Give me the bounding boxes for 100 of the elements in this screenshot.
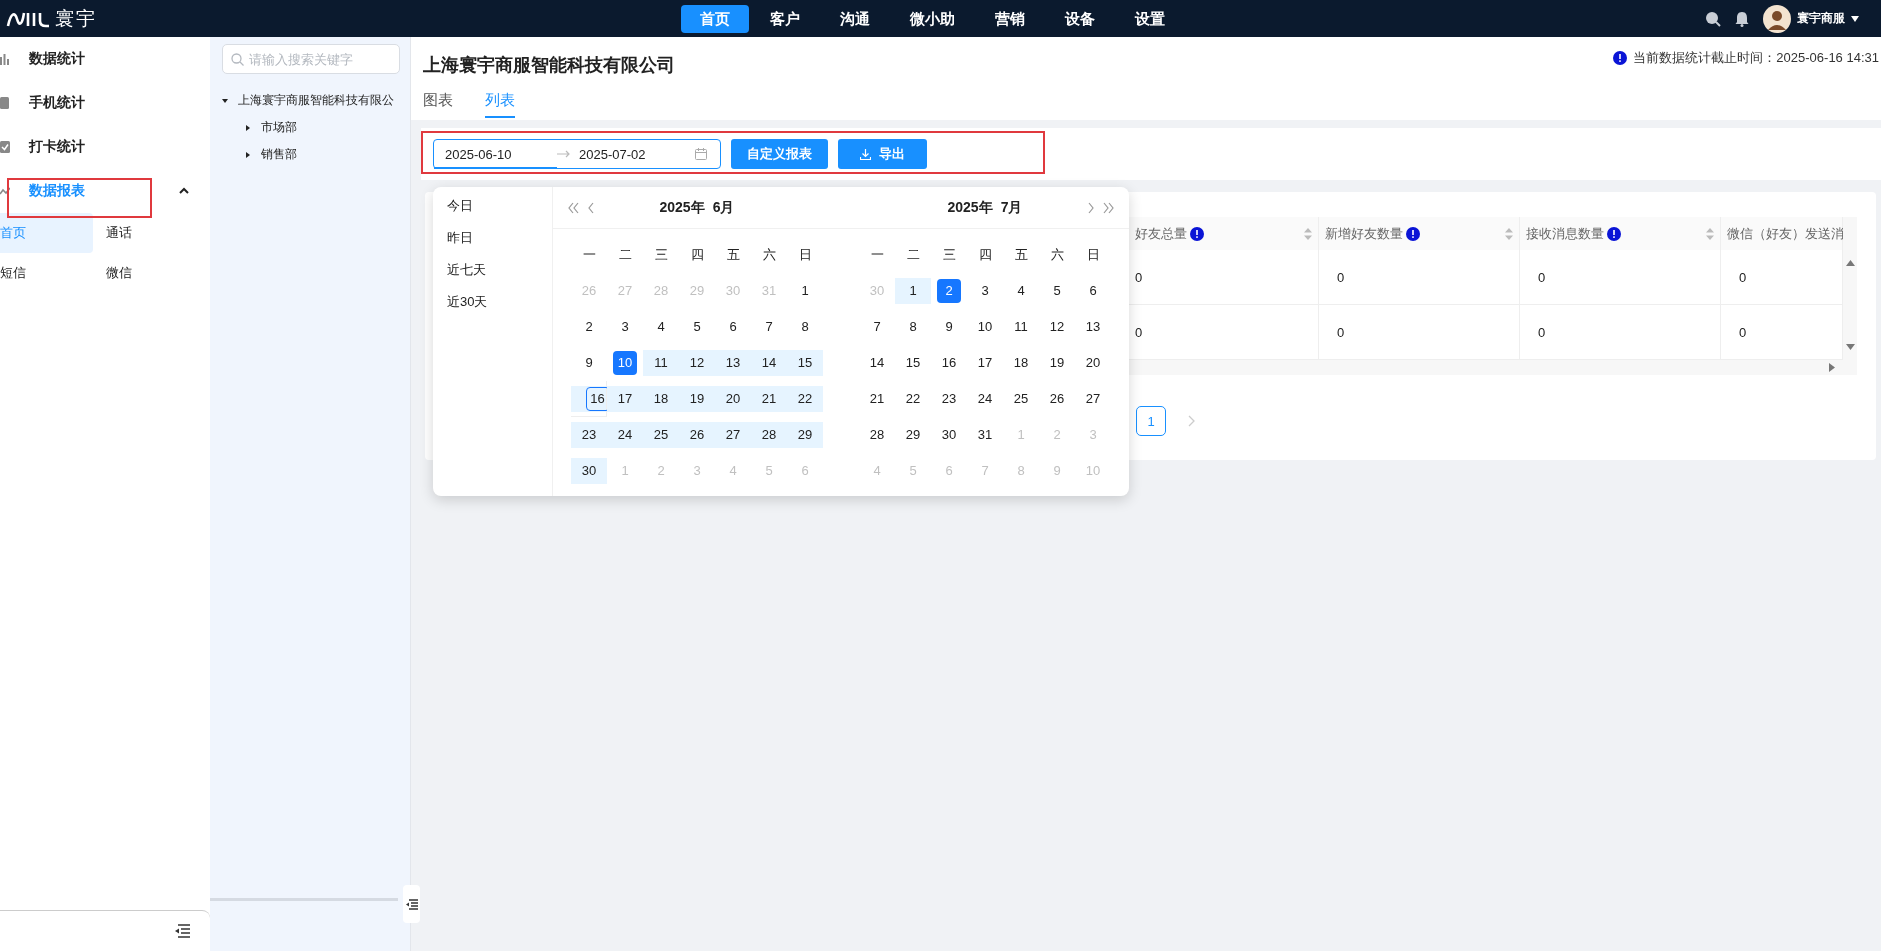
calendar-day[interactable]: 28: [859, 417, 895, 453]
calendar-day[interactable]: 26: [1039, 381, 1075, 417]
calendar-day[interactable]: 8: [895, 309, 931, 345]
calendar-day[interactable]: 17: [967, 345, 1003, 381]
calendar-day[interactable]: 19: [1039, 345, 1075, 381]
sidebar-item[interactable]: 数据统计: [0, 37, 210, 81]
calendar-day[interactable]: 8: [787, 309, 823, 345]
calendar-day[interactable]: 18: [1003, 345, 1039, 381]
calendar-day[interactable]: 6: [1075, 273, 1111, 309]
calendar-day[interactable]: 5: [679, 309, 715, 345]
submenu-item[interactable]: 短信: [0, 253, 93, 293]
calendar-day[interactable]: 3: [607, 309, 643, 345]
preset-option[interactable]: 昨日: [447, 222, 473, 254]
calendar-day[interactable]: 13: [1075, 309, 1111, 345]
calendar-day[interactable]: 2: [931, 273, 967, 309]
month-selector[interactable]: 7月: [1000, 198, 1023, 217]
calendar-day[interactable]: 15: [895, 345, 931, 381]
calendar-day[interactable]: 12: [1039, 309, 1075, 345]
nav-tab[interactable]: 设置: [1116, 4, 1184, 33]
menu-collapse-icon[interactable]: [174, 924, 190, 938]
column-header[interactable]: 接收消息数量: [1520, 217, 1721, 250]
end-date-input[interactable]: 2025-07-02: [579, 146, 646, 162]
info-icon: [1613, 51, 1628, 65]
column-header[interactable]: 新增好友数量: [1319, 217, 1520, 250]
column-header[interactable]: 好友总量: [1129, 217, 1319, 250]
submenu-item[interactable]: 微信: [106, 253, 199, 293]
bell-icon[interactable]: [1735, 10, 1749, 27]
search-icon[interactable]: [1705, 10, 1721, 27]
chevron-up-icon[interactable]: [179, 187, 189, 194]
caret-right-icon[interactable]: [245, 124, 251, 131]
nav-tab[interactable]: 营销: [976, 4, 1044, 33]
prev-month-icon[interactable]: [587, 201, 594, 214]
caret-down-icon[interactable]: [222, 97, 228, 104]
calendar-day[interactable]: 9: [931, 309, 967, 345]
sidebar-item[interactable]: 手机统计: [0, 81, 210, 125]
info-icon: [1406, 226, 1420, 241]
year-selector[interactable]: 2025年: [947, 198, 993, 217]
search-field[interactable]: 请输入搜索关键字: [222, 44, 400, 74]
calendar-day[interactable]: 11: [1003, 309, 1039, 345]
caret-down-icon[interactable]: [1851, 15, 1859, 22]
line-chart-icon: [0, 185, 10, 197]
scroll-right-icon[interactable]: [1829, 363, 1835, 372]
tree-node[interactable]: 销售部: [261, 146, 297, 163]
calendar-day[interactable]: 3: [967, 273, 1003, 309]
prev-year-icon[interactable]: [567, 201, 579, 214]
month-selector[interactable]: 6月: [712, 198, 735, 217]
calendar-day[interactable]: 21: [859, 381, 895, 417]
info-icon: [1607, 226, 1621, 241]
calendar-day[interactable]: 16: [571, 381, 607, 417]
calendar-day[interactable]: 10: [607, 345, 643, 381]
tree-node[interactable]: 上海寰宇商服智能科技有限公: [238, 92, 394, 109]
calendar-day[interactable]: 24: [967, 381, 1003, 417]
year-selector[interactable]: 2025年: [659, 198, 705, 217]
calendar-day[interactable]: 16: [931, 345, 967, 381]
weekday-label: 二: [905, 246, 921, 264]
calendar-day[interactable]: 7: [751, 309, 787, 345]
calendar-day[interactable]: 29: [895, 417, 931, 453]
start-date-input[interactable]: 2025-06-10: [434, 146, 557, 162]
calendar-day[interactable]: 7: [859, 309, 895, 345]
next-month-icon[interactable]: [1088, 201, 1095, 214]
tab[interactable]: 图表: [423, 91, 453, 118]
caret-right-icon[interactable]: [245, 151, 251, 158]
avatar[interactable]: [1763, 4, 1791, 33]
calendar-day[interactable]: 2: [571, 309, 607, 345]
calendar-day[interactable]: 25: [1003, 381, 1039, 417]
calendar-day[interactable]: 4: [1003, 273, 1039, 309]
collapse-handle[interactable]: [403, 885, 420, 923]
user-name[interactable]: 寰宇商服: [1797, 10, 1845, 27]
scroll-up-icon[interactable]: [1845, 260, 1855, 266]
weekday-label: 六: [1049, 246, 1065, 264]
sidebar-item[interactable]: 打卡统计: [0, 125, 210, 169]
preset-option[interactable]: 近30天: [447, 286, 488, 318]
date-range-field[interactable]: 2025-06-10 2025-07-02: [433, 139, 721, 169]
nav-tab[interactable]: 客户: [751, 4, 819, 33]
calendar-day[interactable]: 5: [1039, 273, 1075, 309]
calendar-day[interactable]: 6: [715, 309, 751, 345]
calendar-day[interactable]: 14: [859, 345, 895, 381]
calendar-day[interactable]: 1: [787, 273, 823, 309]
calendar-day[interactable]: 22: [895, 381, 931, 417]
calendar-day[interactable]: 20: [1075, 345, 1111, 381]
tree-node[interactable]: 市场部: [261, 119, 297, 136]
preset-option[interactable]: 今日: [447, 190, 473, 222]
scroll-down-icon[interactable]: [1845, 344, 1855, 350]
calendar-icon[interactable]: [695, 148, 707, 160]
submenu-item[interactable]: 通话: [106, 213, 199, 253]
calendar-day[interactable]: 9: [571, 345, 607, 381]
nav-tab[interactable]: 设备: [1046, 4, 1114, 33]
download-icon: [860, 148, 871, 160]
preset-option[interactable]: 近七天: [447, 254, 486, 286]
column-header[interactable]: 微信（好友）发送消: [1721, 217, 1843, 250]
calendar-day[interactable]: 31: [967, 417, 1003, 453]
calendar-day[interactable]: 4: [643, 309, 679, 345]
next-year-icon[interactable]: [1103, 201, 1115, 214]
nav-tab[interactable]: 沟通: [821, 4, 889, 33]
calendar-day[interactable]: 23: [931, 381, 967, 417]
calendar-day[interactable]: 30: [931, 417, 967, 453]
calendar-day[interactable]: 10: [967, 309, 1003, 345]
vertical-scrollbar[interactable]: [1843, 217, 1857, 360]
nav-tab[interactable]: 微小助: [891, 4, 974, 33]
calendar-day[interactable]: 27: [1075, 381, 1111, 417]
